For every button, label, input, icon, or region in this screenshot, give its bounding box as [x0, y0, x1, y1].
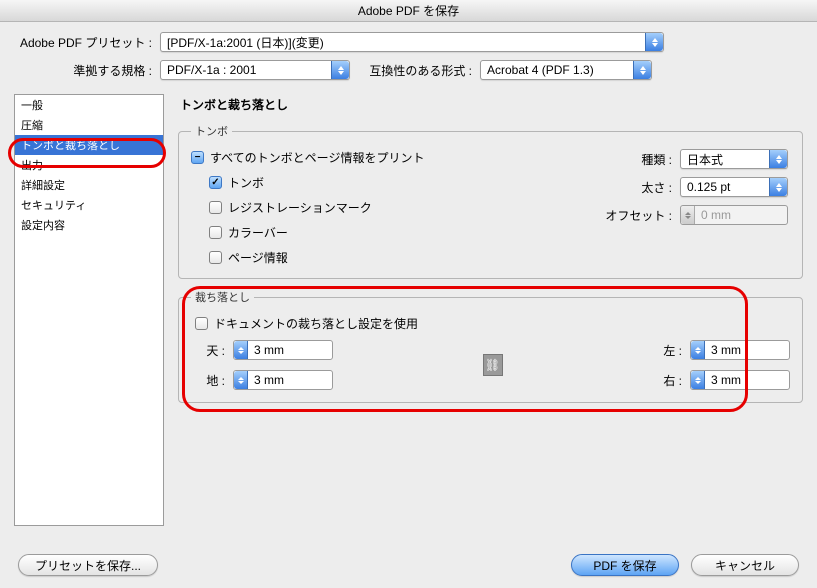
updown-icon	[769, 178, 787, 196]
marks-group: トンボ すべてのトンボとページ情報をプリント トンボ レジストレーションマーク …	[178, 123, 803, 279]
category-sidebar[interactable]: 一般 圧縮 トンボと裁ち落とし 出力 詳細設定 セキュリティ 設定内容	[14, 94, 164, 526]
sidebar-item-output[interactable]: 出力	[15, 155, 163, 175]
updown-icon	[645, 33, 663, 51]
stepper-icon	[691, 371, 705, 389]
save-preset-button[interactable]: プリセットを保存...	[18, 554, 158, 576]
colorbars-label: カラーバー	[228, 224, 288, 241]
bleed-right-field[interactable]: 3 mm	[690, 370, 790, 390]
marks-legend: トンボ	[191, 123, 232, 139]
colorbars-checkbox[interactable]	[209, 226, 222, 239]
stepper-icon	[691, 341, 705, 359]
compat-dropdown[interactable]: Acrobat 4 (PDF 1.3)	[480, 60, 652, 80]
bleed-left-label: 左 :	[652, 342, 682, 359]
mark-weight-value: 0.125 pt	[681, 180, 769, 194]
compat-label: 互換性のある形式 :	[350, 62, 480, 79]
mark-type-label: 種類 :	[605, 151, 672, 168]
preset-value: [PDF/X-1a:2001 (日本)](変更)	[161, 34, 645, 51]
preset-label: Adobe PDF プリセット :	[0, 34, 160, 51]
registration-label: レジストレーションマーク	[228, 199, 372, 216]
mark-offset-label: オフセット :	[605, 207, 672, 224]
preset-dropdown[interactable]: [PDF/X-1a:2001 (日本)](変更)	[160, 32, 664, 52]
pageinfo-checkbox[interactable]	[209, 251, 222, 264]
mark-type-value: 日本式	[681, 151, 769, 168]
mark-offset-value: 0 mm	[695, 208, 751, 222]
print-all-checkbox[interactable]	[191, 151, 204, 164]
save-pdf-button[interactable]: PDF を保存	[571, 554, 679, 576]
stepper-icon	[681, 206, 695, 224]
updown-icon	[769, 150, 787, 168]
pageinfo-label: ページ情報	[228, 249, 288, 266]
sidebar-item-summary[interactable]: 設定内容	[15, 215, 163, 235]
bleed-group: 裁ち落とし ドキュメントの裁ち落とし設定を使用 天 : 3 mm ⛓ 左 : 3…	[178, 289, 803, 403]
bleed-bottom-field[interactable]: 3 mm	[233, 370, 333, 390]
standard-value: PDF/X-1a : 2001	[161, 63, 331, 77]
compat-value: Acrobat 4 (PDF 1.3)	[481, 63, 633, 77]
link-icon[interactable]: ⛓	[483, 354, 503, 376]
sidebar-item-general[interactable]: 一般	[15, 95, 163, 115]
print-all-label: すべてのトンボとページ情報をプリント	[210, 149, 424, 166]
panel-heading: トンボと裁ち落とし	[180, 96, 803, 113]
sidebar-item-compression[interactable]: 圧縮	[15, 115, 163, 135]
standard-label: 準拠する規格 :	[0, 62, 160, 79]
bleed-left-value: 3 mm	[705, 343, 761, 357]
sidebar-item-security[interactable]: セキュリティ	[15, 195, 163, 215]
mark-offset-field: 0 mm	[680, 205, 788, 225]
mark-weight-label: 太さ :	[605, 179, 672, 196]
bleed-top-label: 天 :	[195, 342, 225, 359]
trim-label: トンボ	[228, 174, 264, 191]
bleed-left-field[interactable]: 3 mm	[690, 340, 790, 360]
standard-dropdown[interactable]: PDF/X-1a : 2001	[160, 60, 350, 80]
bleed-right-label: 右 :	[652, 372, 682, 389]
bleed-right-value: 3 mm	[705, 373, 761, 387]
sidebar-item-marks-bleeds[interactable]: トンボと裁ち落とし	[15, 135, 163, 155]
updown-icon	[331, 61, 349, 79]
bleed-bottom-label: 地 :	[195, 372, 225, 389]
bleed-bottom-value: 3 mm	[248, 373, 304, 387]
use-doc-bleed-label: ドキュメントの裁ち落とし設定を使用	[214, 315, 418, 332]
stepper-icon	[234, 371, 248, 389]
window-title: Adobe PDF を保存	[0, 0, 817, 22]
bleed-top-value: 3 mm	[248, 343, 304, 357]
registration-checkbox[interactable]	[209, 201, 222, 214]
updown-icon	[633, 61, 651, 79]
stepper-icon	[234, 341, 248, 359]
cancel-button[interactable]: キャンセル	[691, 554, 799, 576]
bleed-top-field[interactable]: 3 mm	[233, 340, 333, 360]
bleed-legend: 裁ち落とし	[191, 289, 254, 305]
mark-type-dropdown[interactable]: 日本式	[680, 149, 788, 169]
use-doc-bleed-checkbox[interactable]	[195, 317, 208, 330]
mark-weight-dropdown[interactable]: 0.125 pt	[680, 177, 788, 197]
sidebar-item-advanced[interactable]: 詳細設定	[15, 175, 163, 195]
trim-checkbox[interactable]	[209, 176, 222, 189]
